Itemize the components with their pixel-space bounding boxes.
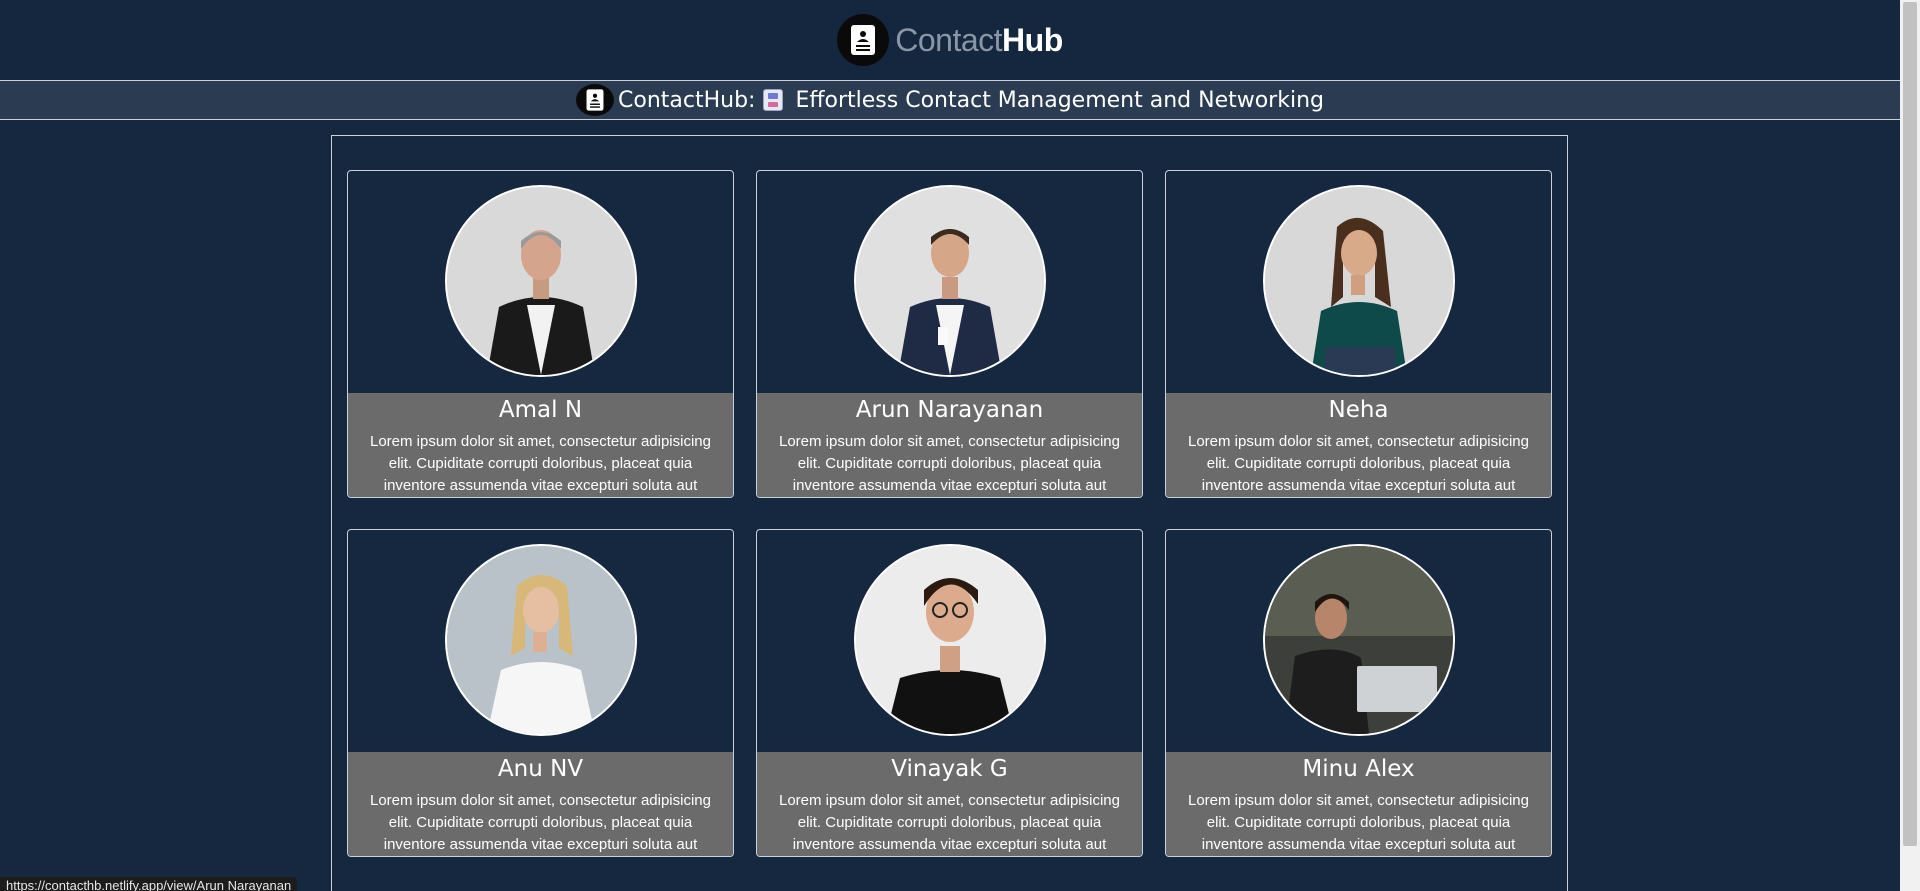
brand-part-hub: Hub — [1002, 21, 1063, 58]
contact-name: Anu NV — [497, 756, 584, 782]
contact-card-icon — [576, 84, 614, 116]
contact-description: Lorem ipsum dolor sit amet, consectetur … — [370, 792, 711, 853]
tagline-prefix: ContactHub: — [618, 87, 756, 113]
contact-info: Anu NV Lorem ipsum dolor sit amet, conse… — [348, 752, 733, 856]
avatar[interactable] — [854, 544, 1046, 736]
contact-name: Neha — [1328, 397, 1389, 423]
contact-description: Lorem ipsum dolor sit amet, consectetur … — [370, 433, 711, 494]
app-header: ContactHub — [0, 0, 1900, 80]
brand-logo-text[interactable]: ContactHub — [895, 21, 1063, 59]
contact-card[interactable]: Vinayak G Lorem ipsum dolor sit amet, co… — [756, 529, 1143, 857]
contact-card[interactable]: Minu Alex Lorem ipsum dolor sit amet, co… — [1165, 529, 1552, 857]
contact-name: Arun Narayanan — [855, 397, 1044, 423]
contact-info: Vinayak G Lorem ipsum dolor sit amet, co… — [757, 752, 1142, 856]
contact-name: Vinayak G — [891, 756, 1008, 782]
avatar[interactable] — [1263, 544, 1455, 736]
contact-description: Lorem ipsum dolor sit amet, consectetur … — [779, 433, 1120, 494]
contacts-grid: Amal N Lorem ipsum dolor sit amet, conse… — [331, 135, 1568, 891]
contact-card[interactable]: Amal N Lorem ipsum dolor sit amet, conse… — [347, 170, 734, 498]
contact-description: Lorem ipsum dolor sit amet, consectetur … — [1188, 792, 1529, 853]
contact-name: Amal N — [498, 397, 583, 423]
scrollbar-thumb[interactable] — [1903, 2, 1917, 846]
link-status-url: https://contacthb.netlify.app/view/Arun … — [0, 877, 298, 891]
contact-card[interactable]: Anu NV Lorem ipsum dolor sit amet, conse… — [347, 529, 734, 857]
avatar[interactable] — [445, 544, 637, 736]
card-index-icon — [763, 89, 784, 111]
contact-info: Neha Lorem ipsum dolor sit amet, consect… — [1166, 393, 1551, 497]
vertical-scrollbar[interactable] — [1900, 0, 1920, 891]
contact-description: Lorem ipsum dolor sit amet, consectetur … — [779, 792, 1120, 853]
contact-card-icon[interactable] — [837, 14, 890, 66]
tagline-text: Effortless Contact Management and Networ… — [795, 87, 1324, 113]
avatar[interactable] — [445, 185, 637, 377]
tagline-banner: ContactHub: Effortless Contact Managemen… — [0, 80, 1900, 120]
contact-card[interactable]: Neha Lorem ipsum dolor sit amet, consect… — [1165, 170, 1552, 498]
avatar[interactable] — [854, 185, 1046, 377]
contact-info: Arun Narayanan Lorem ipsum dolor sit ame… — [757, 393, 1142, 497]
contact-card[interactable]: Arun Narayanan Lorem ipsum dolor sit ame… — [756, 170, 1143, 498]
contact-info: Amal N Lorem ipsum dolor sit amet, conse… — [348, 393, 733, 497]
contact-description: Lorem ipsum dolor sit amet, consectetur … — [1188, 433, 1529, 494]
contact-info: Minu Alex Lorem ipsum dolor sit amet, co… — [1166, 752, 1551, 856]
contact-name: Minu Alex — [1302, 756, 1415, 782]
brand-part-contact: Contact — [895, 21, 1003, 58]
avatar[interactable] — [1263, 185, 1455, 377]
